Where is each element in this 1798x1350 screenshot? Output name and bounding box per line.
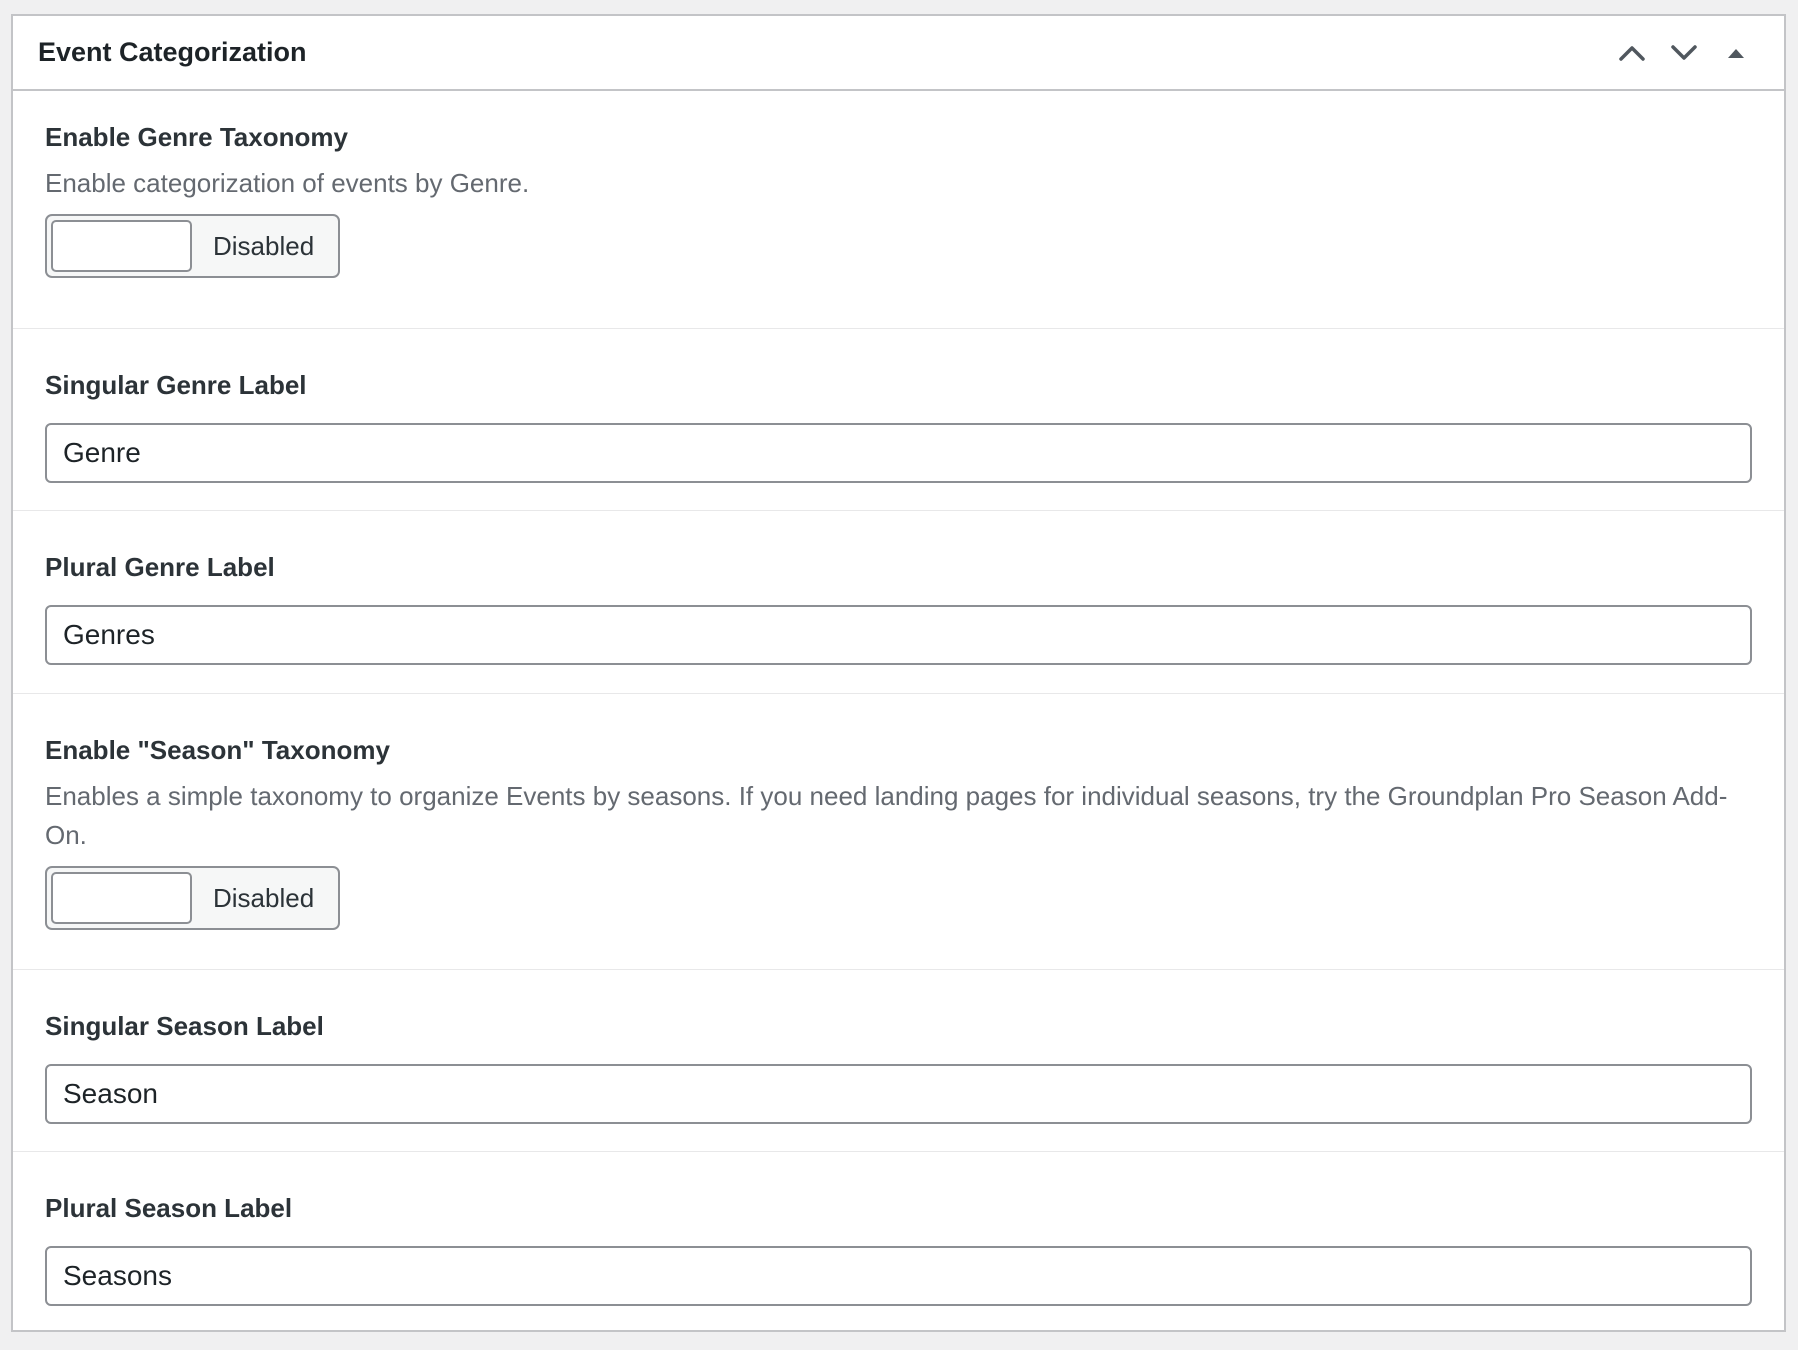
genre-toggle-row: Enable Genre Taxonomy Enable categorizat… bbox=[13, 91, 1784, 329]
plural-genre-label: Plural Genre Label bbox=[45, 552, 275, 582]
season-toggle-row: Enable "Season" Taxonomy Enables a simpl… bbox=[13, 694, 1784, 970]
panel-title: Event Categorization bbox=[38, 37, 307, 67]
singular-genre-input[interactable] bbox=[45, 423, 1752, 483]
plural-season-input[interactable] bbox=[45, 1246, 1752, 1306]
season-toggle-label: Enable "Season" Taxonomy bbox=[45, 735, 390, 765]
chevron-down-icon bbox=[1670, 44, 1698, 62]
plural-genre-input[interactable] bbox=[45, 605, 1752, 665]
panel-header: Event Categorization bbox=[13, 16, 1784, 91]
caret-up-icon bbox=[1727, 47, 1745, 59]
genre-toggle-description: Enable categorization of events by Genre… bbox=[45, 168, 530, 198]
season-toggle-description: Enables a simple taxonomy to organize Ev… bbox=[45, 781, 1728, 850]
singular-season-row: Singular Season Label bbox=[13, 970, 1784, 1152]
singular-genre-label: Singular Genre Label bbox=[45, 370, 307, 400]
plural-season-label: Plural Season Label bbox=[45, 1193, 293, 1223]
toggle-track bbox=[51, 220, 192, 272]
chevron-up-icon bbox=[1618, 44, 1646, 62]
singular-season-label: Singular Season Label bbox=[45, 1011, 324, 1041]
genre-toggle-label: Enable Genre Taxonomy bbox=[45, 122, 348, 152]
plural-genre-row: Plural Genre Label bbox=[13, 511, 1784, 694]
panel-header-actions bbox=[1606, 27, 1762, 79]
toggle-track bbox=[51, 872, 192, 924]
event-categorization-panel: Event Categorization Enable Genre Taxono… bbox=[11, 14, 1786, 1332]
singular-season-input[interactable] bbox=[45, 1064, 1752, 1124]
season-taxonomy-toggle[interactable]: Disabled bbox=[45, 866, 340, 930]
toggle-panel-button[interactable] bbox=[1710, 27, 1762, 79]
toggle-state-label: Disabled bbox=[213, 882, 315, 913]
move-down-button[interactable] bbox=[1658, 27, 1710, 79]
genre-taxonomy-toggle[interactable]: Disabled bbox=[45, 214, 340, 278]
toggle-state-label: Disabled bbox=[213, 230, 315, 261]
move-up-button[interactable] bbox=[1606, 27, 1658, 79]
plural-season-row: Plural Season Label bbox=[13, 1152, 1784, 1322]
singular-genre-row: Singular Genre Label bbox=[13, 329, 1784, 511]
